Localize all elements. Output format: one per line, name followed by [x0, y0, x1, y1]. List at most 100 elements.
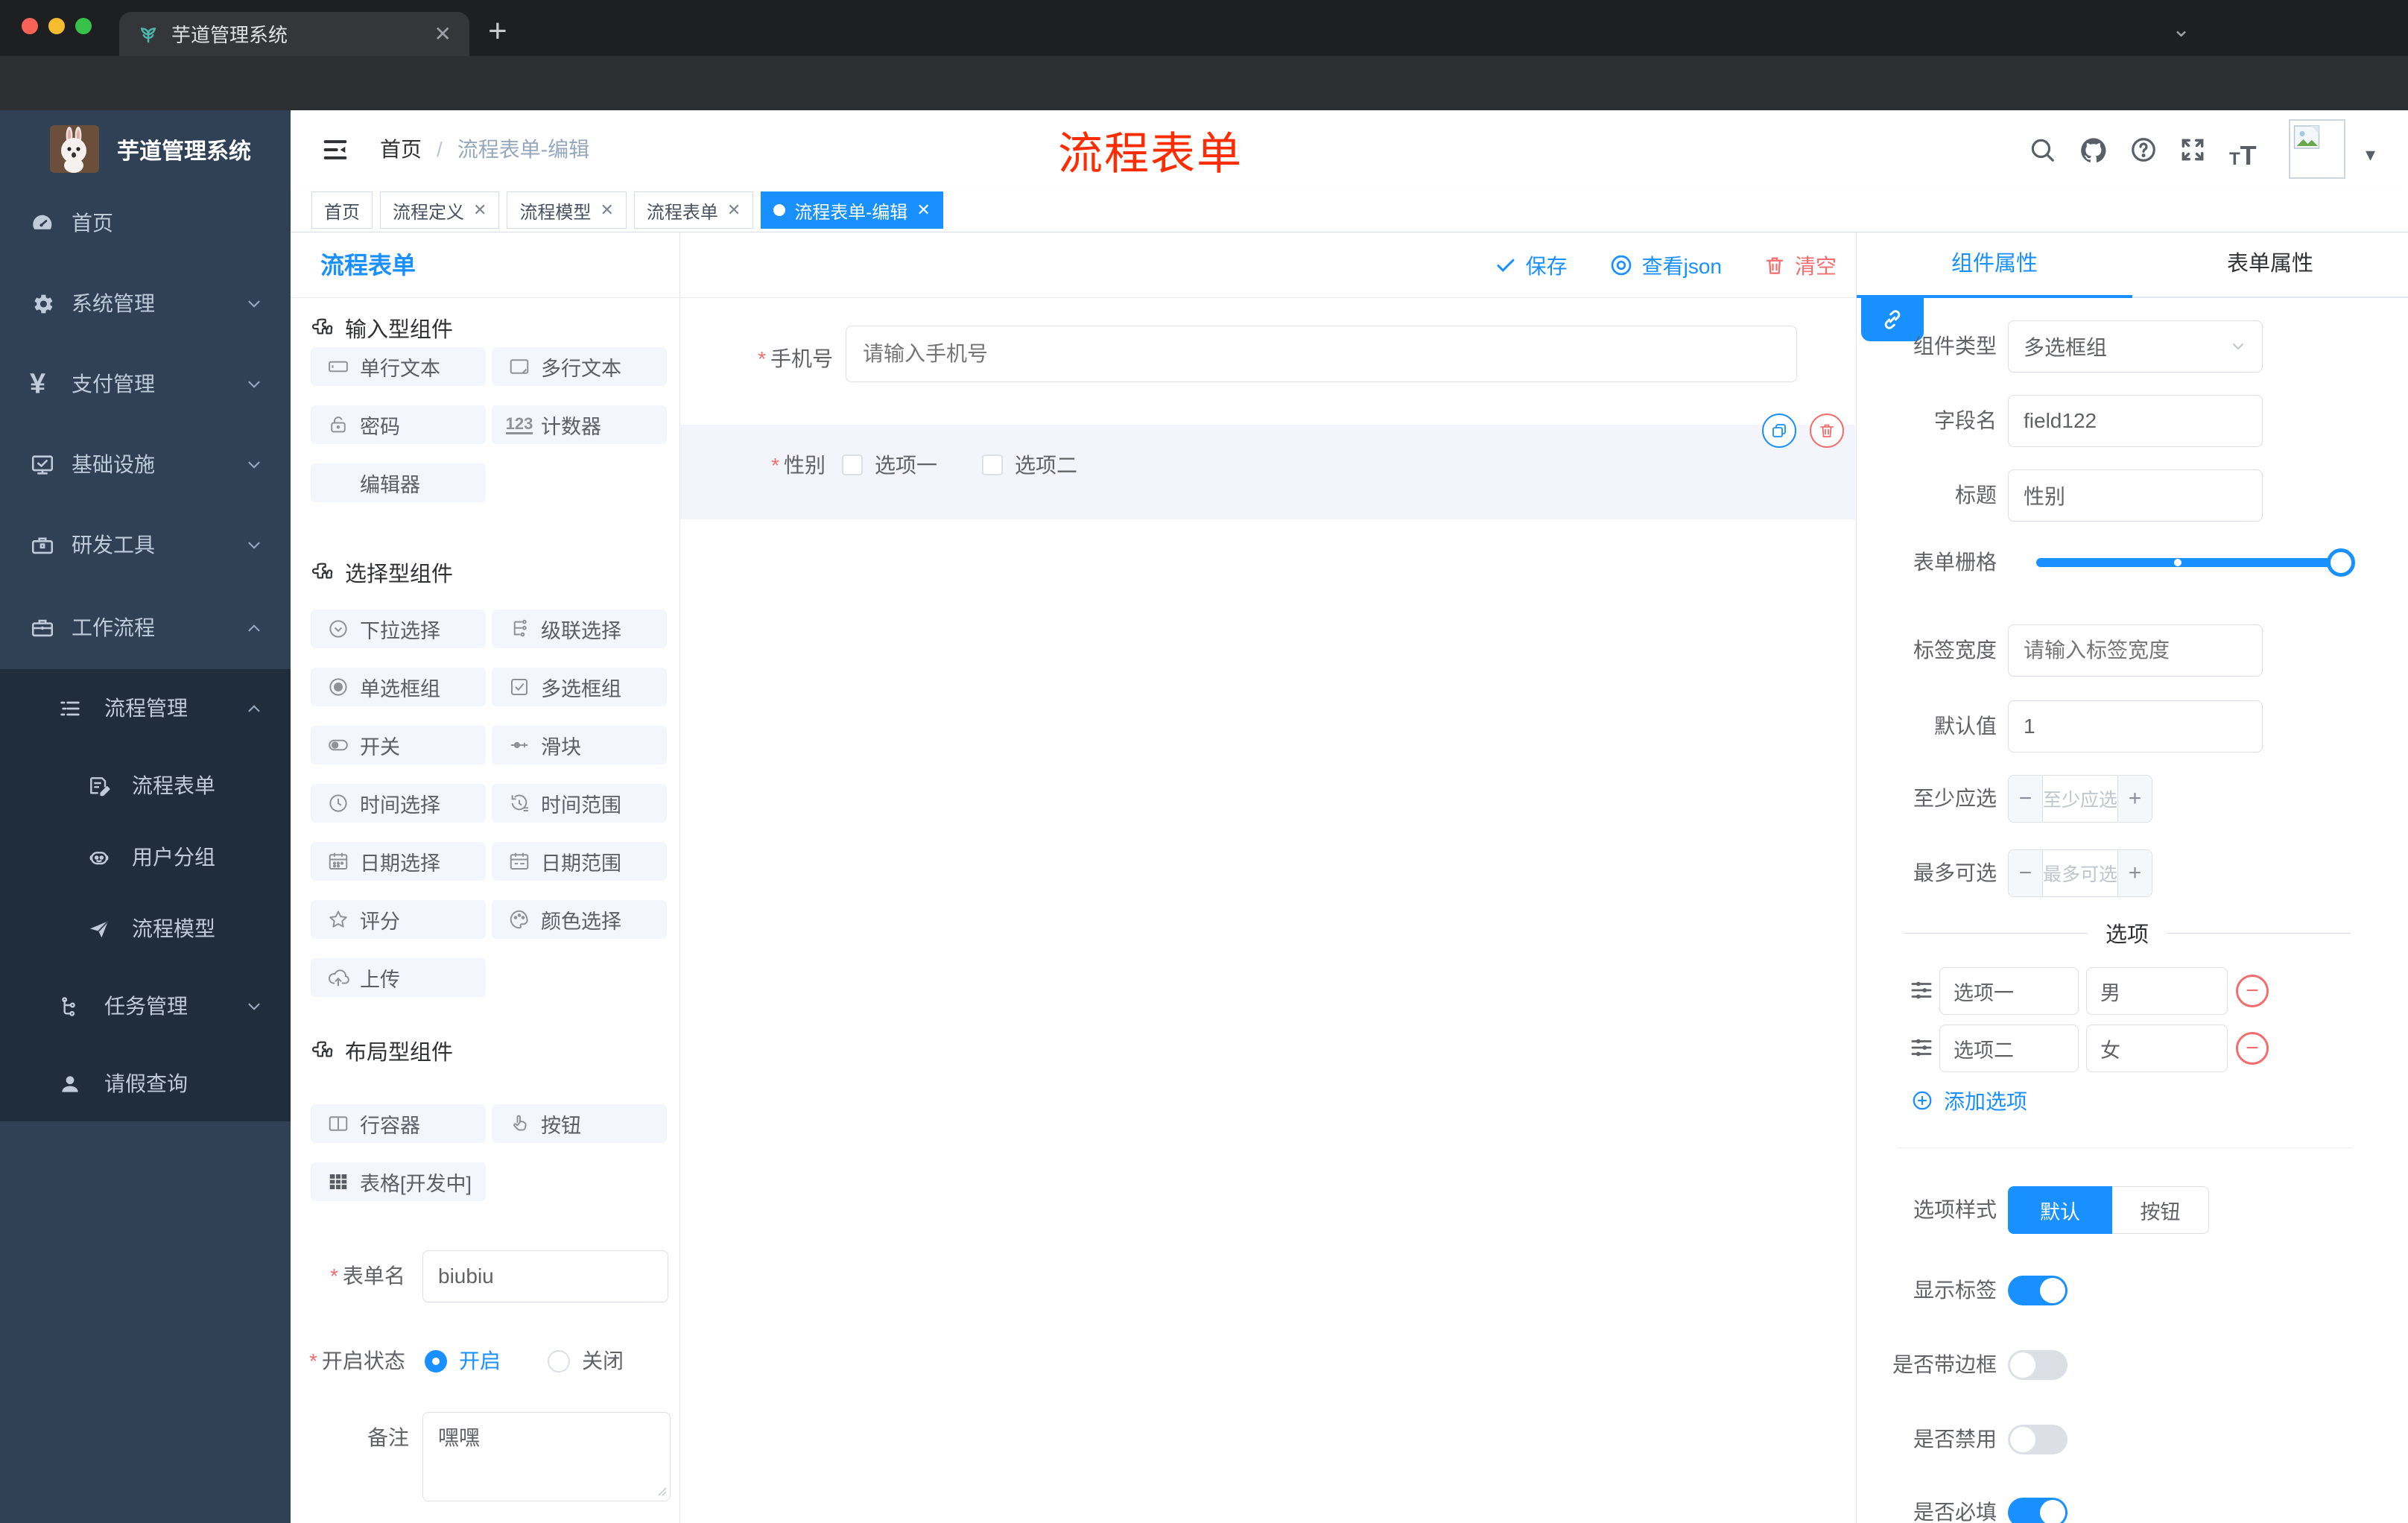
status-off-label[interactable]: 关闭	[582, 1335, 624, 1387]
tag-process-definition[interactable]: 流程定义 ✕	[380, 191, 500, 229]
palette-item-cascader[interactable]: 级联选择	[492, 609, 667, 648]
palette-item-date-picker[interactable]: 日期选择	[311, 842, 486, 881]
traffic-zoom-button[interactable]	[75, 18, 92, 34]
font-size-icon[interactable]: TT	[2229, 140, 2257, 171]
palette-item-counter[interactable]: 123 计数器	[492, 405, 667, 444]
gender-option-1[interactable]: 选项一	[842, 449, 937, 479]
disabled-toggle[interactable]	[2008, 1425, 2068, 1454]
palette-item-table[interactable]: 表格[开发中]	[311, 1162, 486, 1201]
form-remark-textarea[interactable]: 嘿嘿	[422, 1412, 671, 1501]
required-toggle[interactable]	[2008, 1498, 2068, 1523]
copy-widget-button[interactable]	[1762, 414, 1796, 448]
browser-tab[interactable]: 芋道管理系统 ✕	[119, 12, 469, 56]
show-label-toggle[interactable]	[2008, 1276, 2068, 1305]
checkbox-icon[interactable]	[982, 455, 1003, 475]
search-icon[interactable]	[2028, 136, 2056, 164]
sidebar-item-devtools[interactable]: 研发工具	[0, 508, 291, 583]
component-type-select[interactable]: 多选框组	[2008, 320, 2263, 373]
clear-button[interactable]: 清空	[1764, 250, 1837, 280]
palette-item-switch[interactable]: 开关	[311, 726, 486, 764]
sidebar-item-process-model[interactable]: 流程模型	[0, 892, 291, 966]
new-tab-button[interactable]: +	[488, 15, 507, 48]
tag-process-form-edit[interactable]: 流程表单-编辑 ✕	[761, 191, 943, 229]
palette-item-rate[interactable]: 评分	[311, 900, 486, 939]
palette-item-single-text[interactable]: 单行文本	[311, 347, 486, 386]
breadcrumb-home[interactable]: 首页	[380, 110, 422, 189]
option-value-input[interactable]	[2086, 1025, 2228, 1072]
with-border-toggle[interactable]	[2008, 1350, 2068, 1380]
tab-form-props[interactable]: 表单属性	[2132, 232, 2408, 298]
delete-widget-button[interactable]	[1810, 414, 1844, 448]
drag-handle-icon[interactable]	[1909, 1035, 1934, 1060]
phone-field-input[interactable]	[846, 326, 1797, 382]
title-input[interactable]	[2008, 469, 2263, 522]
sidebar-item-process-form[interactable]: 流程表单	[0, 749, 291, 823]
palette-item-select[interactable]: 下拉选择	[311, 609, 486, 648]
close-icon[interactable]: ✕	[473, 200, 487, 220]
minus-button[interactable]: −	[2009, 776, 2043, 822]
max-select-placeholder[interactable]: 最多可选	[2043, 850, 2117, 896]
sidebar-item-home[interactable]: 首页	[0, 186, 291, 261]
palette-item-time-picker[interactable]: 时间选择	[311, 784, 486, 823]
form-name-input[interactable]	[422, 1250, 668, 1302]
form-grid-slider[interactable]	[2036, 548, 2355, 577]
close-icon[interactable]: ✕	[727, 200, 741, 220]
label-width-input[interactable]	[2008, 624, 2263, 677]
close-icon[interactable]: ✕	[916, 200, 930, 220]
sidebar-item-infra[interactable]: 基础设施	[0, 428, 291, 502]
gender-option-2[interactable]: 选项二	[982, 449, 1077, 479]
sidebar-item-workflow[interactable]: 工作流程	[0, 591, 291, 665]
sidebar-item-user-group[interactable]: 用户分组	[0, 820, 291, 895]
option-value-input[interactable]	[2086, 967, 2228, 1015]
tab-close-icon[interactable]: ✕	[434, 22, 452, 46]
plus-button[interactable]: +	[2117, 776, 2152, 822]
palette-item-multi-text[interactable]: 多行文本	[492, 347, 667, 386]
palette-item-upload[interactable]: 上传	[311, 958, 486, 997]
tag-process-form[interactable]: 流程表单 ✕	[633, 191, 754, 229]
view-json-button[interactable]: 查看json	[1609, 250, 1722, 280]
slider-handle[interactable]	[2327, 548, 2355, 577]
tab-component-props[interactable]: 组件属性	[1857, 232, 2132, 298]
hamburger-icon[interactable]	[320, 135, 350, 165]
sidebar-item-system[interactable]: 系统管理	[0, 267, 291, 341]
form-canvas[interactable]: 保存 查看json 清空 *手机号 *性别 选项一 选项二	[680, 232, 1857, 1523]
palette-item-checkbox-group[interactable]: 多选框组	[492, 668, 667, 706]
palette-item-color-picker[interactable]: 颜色选择	[492, 900, 667, 939]
remove-option-button[interactable]: −	[2236, 975, 2269, 1007]
resize-handle[interactable]	[654, 1484, 668, 1497]
save-button[interactable]: 保存	[1495, 250, 1568, 280]
palette-item-editor[interactable]: 编辑器	[311, 463, 486, 502]
caret-down-icon[interactable]: ▾	[2366, 143, 2375, 166]
fullscreen-icon[interactable]	[2179, 136, 2207, 164]
traffic-minimize-button[interactable]	[48, 18, 65, 34]
palette-item-date-range[interactable]: 日期范围	[492, 842, 667, 881]
min-select-placeholder[interactable]: 至少应选	[2043, 776, 2117, 822]
palette-item-row-container[interactable]: 行容器	[311, 1104, 486, 1143]
minus-button[interactable]: −	[2009, 850, 2043, 896]
sidebar-item-leave-query[interactable]: 请假查询	[0, 1047, 291, 1121]
status-on-radio[interactable]	[425, 1350, 447, 1372]
drag-handle-icon[interactable]	[1909, 978, 1934, 1003]
status-off-radio[interactable]	[548, 1350, 570, 1372]
option-label-input[interactable]	[1939, 1025, 2079, 1072]
style-button-button[interactable]: 按钮	[2112, 1186, 2209, 1234]
close-icon[interactable]: ✕	[600, 200, 613, 220]
sidebar-item-payment[interactable]: ¥ 支付管理	[0, 347, 291, 422]
plus-button[interactable]: +	[2117, 850, 2152, 896]
status-on-label[interactable]: 开启	[459, 1335, 501, 1387]
user-avatar[interactable]	[2289, 119, 2345, 179]
sidebar-logo[interactable]: 芋道管理系统	[0, 110, 291, 185]
help-icon[interactable]	[2129, 136, 2158, 164]
tab-search-icon[interactable]: ⌄	[2172, 16, 2190, 42]
palette-item-slider[interactable]: 滑块	[492, 726, 667, 764]
sidebar-item-task-mgmt[interactable]: 任务管理	[0, 969, 291, 1044]
field-name-input[interactable]	[2008, 395, 2263, 447]
palette-item-radio-group[interactable]: 单选框组	[311, 668, 486, 706]
style-default-button[interactable]: 默认	[2008, 1186, 2112, 1234]
default-value-input[interactable]	[2008, 700, 2263, 753]
option-label-input[interactable]	[1939, 967, 2079, 1015]
sidebar-item-process-mgmt[interactable]: 流程管理	[0, 671, 291, 746]
checkbox-icon[interactable]	[842, 455, 863, 475]
remove-option-button[interactable]: −	[2236, 1032, 2269, 1065]
palette-item-password[interactable]: 密码	[311, 405, 486, 444]
